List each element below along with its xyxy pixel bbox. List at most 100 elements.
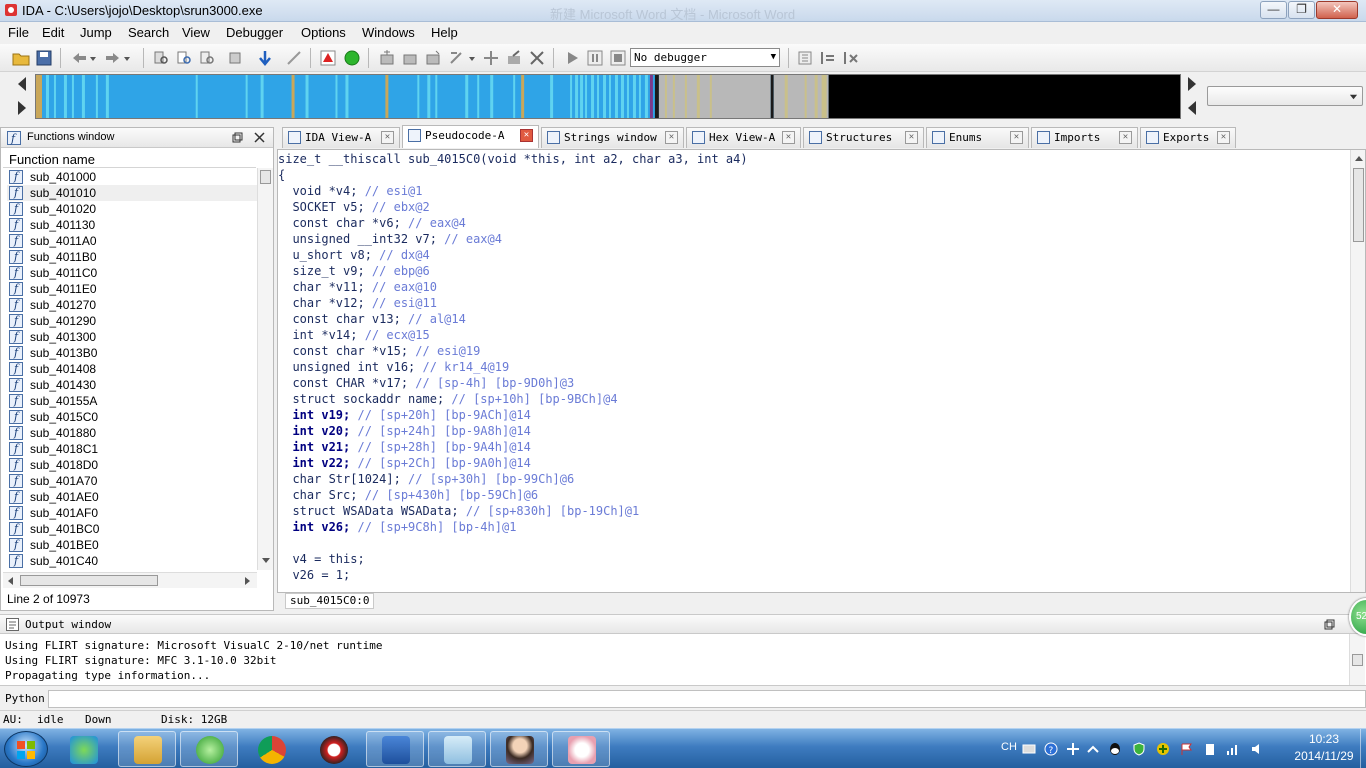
function-list-item[interactable]: f sub_4018C1	[7, 441, 257, 457]
function-list-item[interactable]: f sub_401000	[7, 169, 257, 185]
search-binary-icon[interactable]	[152, 49, 170, 67]
menu-search[interactable]: Search	[128, 25, 169, 40]
step-trace-icon[interactable]	[447, 49, 465, 67]
flag-icon[interactable]	[1180, 742, 1194, 756]
tab-close-icon[interactable]: ✕	[1010, 131, 1023, 144]
keyboard-icon[interactable]	[1022, 742, 1036, 756]
taskbar-app-browser[interactable]	[180, 731, 238, 767]
delete-icon[interactable]	[528, 49, 546, 67]
breakpoint-remove-icon[interactable]	[842, 49, 860, 67]
minimize-button[interactable]: —	[1260, 1, 1287, 19]
tab-structures[interactable]: Structures ✕	[803, 127, 924, 148]
maximize-button[interactable]: ❐	[1288, 1, 1315, 19]
menu-jump[interactable]: Jump	[80, 25, 112, 40]
function-list-item[interactable]: f sub_401010	[7, 185, 257, 201]
menu-debugger[interactable]: Debugger	[226, 25, 283, 40]
function-list-item[interactable]: f sub_4011E0	[7, 281, 257, 297]
python-command-input[interactable]	[48, 690, 1366, 708]
taskbar-app-explorer[interactable]	[118, 731, 176, 767]
function-list-item[interactable]: f sub_4011A0	[7, 233, 257, 249]
qq-icon[interactable]	[1108, 742, 1122, 756]
menu-options[interactable]: Options	[301, 25, 346, 40]
show-desktop-button[interactable]	[1360, 729, 1366, 768]
nav-scroll-right-icon[interactable]	[1183, 75, 1201, 93]
function-list-item[interactable]: f sub_4013B0	[7, 345, 257, 361]
save-icon[interactable]	[35, 49, 53, 67]
plus-icon[interactable]	[1156, 742, 1170, 756]
segment-combo[interactable]	[1207, 86, 1363, 106]
function-list-item[interactable]: f sub_401A70	[7, 473, 257, 489]
battery-icon[interactable]	[1203, 742, 1217, 756]
function-list-item[interactable]: f sub_4011C0	[7, 265, 257, 281]
search-text-icon[interactable]	[175, 49, 193, 67]
function-list-item[interactable]: f sub_401BE0	[7, 537, 257, 553]
tab-close-icon[interactable]: ✕	[665, 131, 678, 144]
tab-close-icon[interactable]: ✕	[1119, 131, 1132, 144]
nav-scroll-left-icon[interactable]	[1183, 99, 1201, 117]
pseudocode-vertical-scrollbar[interactable]	[1350, 150, 1365, 592]
function-list-item[interactable]: f sub_401408	[7, 361, 257, 377]
chevron-down-icon[interactable]	[467, 49, 477, 67]
menu-windows[interactable]: Windows	[362, 25, 415, 40]
taskbar-app-chrome[interactable]	[242, 731, 300, 767]
back-arrow-icon[interactable]	[70, 49, 88, 67]
functions-vertical-scrollbar[interactable]	[257, 168, 273, 570]
breakpoint-list-icon[interactable]	[819, 49, 837, 67]
debugger-options-icon[interactable]	[796, 49, 814, 67]
show-hidden-icons-icon[interactable]	[1086, 742, 1100, 756]
tab-close-icon[interactable]: ✕	[520, 129, 533, 142]
function-list-item[interactable]: f sub_401BC0	[7, 521, 257, 537]
function-list-item[interactable]: f sub_401AE0	[7, 489, 257, 505]
add-breakpoint-icon[interactable]	[378, 49, 396, 67]
function-list-item[interactable]: f sub_40155A	[7, 393, 257, 409]
function-list-item[interactable]: f sub_4011B0	[7, 249, 257, 265]
functions-horizontal-scrollbar[interactable]	[3, 572, 257, 588]
taskbar-app-media-player[interactable]	[304, 731, 362, 767]
tab-imports[interactable]: Imports ✕	[1031, 127, 1138, 148]
function-list-item[interactable]: f sub_401290	[7, 313, 257, 329]
green-circle-icon[interactable]	[343, 49, 361, 67]
function-list-item[interactable]: f sub_401300	[7, 329, 257, 345]
function-trace-icon[interactable]	[482, 49, 500, 67]
function-list-item[interactable]: f sub_401020	[7, 201, 257, 217]
debugger-select[interactable]: No debugger ▼	[630, 48, 780, 67]
menu-help[interactable]: Help	[431, 25, 458, 40]
taskbar-app-360[interactable]	[54, 731, 112, 767]
warning-icon[interactable]	[319, 49, 337, 67]
tray-clock[interactable]: 10:23 2014/11/29	[1290, 731, 1358, 765]
function-list-item[interactable]: f sub_4018D0	[7, 457, 257, 473]
function-list-item[interactable]: f sub_4015C0	[7, 409, 257, 425]
security-shield-icon[interactable]	[1132, 742, 1146, 756]
pseudocode-view[interactable]: size_t __thiscall sub_4015C0(void *this,…	[277, 149, 1366, 593]
disabled-tool-icon[interactable]	[285, 49, 303, 67]
taskbar-app-ida[interactable]	[490, 731, 548, 767]
search-next-icon[interactable]	[226, 49, 244, 67]
tab-strings-window[interactable]: Strings window ✕	[541, 127, 684, 148]
network-icon[interactable]	[1226, 742, 1240, 756]
forward-arrow-icon[interactable]	[104, 49, 122, 67]
tab-pseudocode-a[interactable]: Pseudocode-A ✕	[402, 125, 539, 148]
menu-view[interactable]: View	[182, 25, 210, 40]
tracing-icon[interactable]	[424, 49, 442, 67]
tab-exports[interactable]: Exports ✕	[1140, 127, 1236, 148]
taskbar-app-image[interactable]	[552, 731, 610, 767]
function-list-item[interactable]: f sub_401AF0	[7, 505, 257, 521]
navigator-overview[interactable]	[35, 74, 1181, 119]
nav-left-arrow-icon[interactable]	[13, 75, 31, 93]
function-list-item[interactable]: f sub_401270	[7, 297, 257, 313]
tab-enums[interactable]: Enums ✕	[926, 127, 1029, 148]
tab-close-icon[interactable]: ✕	[782, 131, 795, 144]
scroll-down-arrow-icon[interactable]	[262, 556, 270, 564]
stop-icon[interactable]	[609, 49, 627, 67]
tab-close-icon[interactable]: ✕	[905, 131, 918, 144]
taskbar-app-word[interactable]	[366, 731, 424, 767]
tab-close-icon[interactable]: ✕	[1217, 131, 1230, 144]
volume-icon[interactable]	[1250, 742, 1264, 756]
scroll-left-arrow-icon[interactable]	[7, 577, 15, 585]
jump-down-icon[interactable]	[256, 49, 274, 67]
search-immediate-icon[interactable]	[198, 49, 216, 67]
open-folder-icon[interactable]	[12, 49, 30, 67]
scroll-right-arrow-icon[interactable]	[243, 577, 251, 585]
tab-close-icon[interactable]: ✕	[381, 131, 394, 144]
taskbar-app-notes[interactable]	[428, 731, 486, 767]
